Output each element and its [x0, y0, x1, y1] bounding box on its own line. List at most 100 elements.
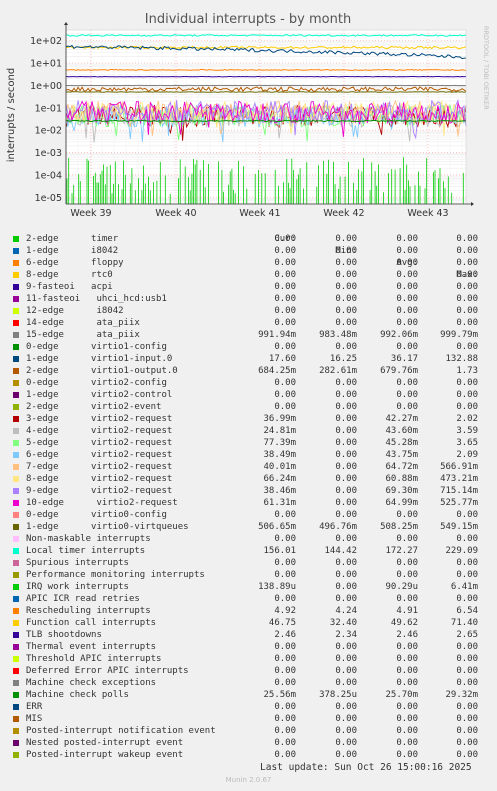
legend-avg-value: 0.00: [396, 738, 418, 748]
legend-max-value: 549.15m: [440, 522, 478, 532]
legend-avg-value: 49.62: [390, 618, 418, 628]
x-tick-label: Week 43: [407, 208, 448, 219]
legend-cur-value: 0.00: [274, 666, 296, 676]
legend-cur-value: 0.00: [274, 654, 296, 664]
legend-row: 6-edge floppy 0.00 0.00 0.00 0.00: [0, 257, 497, 269]
rrdtool-credit: RRDTOOL / TOBI OETIKER: [482, 26, 490, 110]
legend-swatch: [13, 584, 19, 590]
y-tick-label: 1e-01: [35, 103, 62, 114]
legend-max-value: 0.00: [456, 750, 478, 760]
legend-max-value: 0.00: [456, 282, 478, 292]
legend-max-value: 0.00: [456, 378, 478, 388]
legend-row: 0-edge virtio1-config 0.00 0.00 0.00 0.00: [0, 341, 497, 353]
legend-max-value: 0.00: [456, 258, 478, 268]
y-tick-label: 1e-03: [35, 148, 62, 159]
legend-label: Posted-interrupt wakeup event: [26, 750, 184, 760]
x-axis-arrow: [471, 202, 474, 206]
legend-cur-value: 0.00: [274, 282, 296, 292]
legend-cur-value: 156.01: [263, 546, 296, 556]
last-update: Last update: Sun Oct 26 15:00:16 2025: [260, 762, 472, 773]
legend-label: Rescheduling interrupts: [26, 606, 151, 616]
legend-swatch: [13, 608, 19, 614]
legend-label: 0-edge virtio0-config: [26, 510, 167, 520]
legend-cur-value: 0.00: [274, 678, 296, 688]
legend-swatch: [13, 740, 19, 746]
chart-title: Individual interrupts - by month: [145, 12, 351, 27]
legend-label: 5-edge virtio2-request: [26, 438, 173, 448]
legend-max-value: 715.14m: [440, 486, 478, 496]
legend-row: 3-edge virtio2-request 36.99m 0.00 42.27m 2.…: [0, 413, 497, 425]
legend-label: IRQ work interrupts: [26, 582, 129, 592]
y-tick-label: 1e+02: [30, 36, 62, 47]
legend-swatch: [13, 320, 19, 326]
legend-label: 6-edge virtio2-request: [26, 450, 173, 460]
legend-label: 7-edge virtio2-request: [26, 462, 173, 472]
legend-avg-value: 0.00: [396, 282, 418, 292]
legend-cur-value: 66.24m: [263, 474, 296, 484]
legend-label: 2-edge virtio2-event: [26, 402, 162, 412]
legend-avg-value: 0.00: [396, 342, 418, 352]
legend-max-value: 0.00: [456, 594, 478, 604]
legend-avg-value: 0.00: [396, 306, 418, 316]
legend-min-value: 0.00: [335, 726, 357, 736]
legend-swatch: [13, 632, 19, 638]
legend-swatch: [13, 416, 19, 422]
legend-label: 9-edge virtio2-request: [26, 486, 173, 496]
legend-row: 9-edge virtio2-request 38.46m 0.00 69.30m 71…: [0, 485, 497, 497]
legend-row: ERR 0.00 0.00 0.00 0.00: [0, 701, 497, 713]
legend-row: IRQ work interrupts 138.89u 0.00 90.29u 6.41…: [0, 581, 497, 593]
legend-avg-value: 90.29u: [385, 582, 418, 592]
legend-max-value: 0.00: [456, 654, 478, 664]
legend-label: Machine check polls: [26, 690, 129, 700]
legend-cur-value: 0.00: [274, 750, 296, 760]
legend-max-value: 0.00: [456, 738, 478, 748]
legend-min-value: 0.00: [335, 462, 357, 472]
munin-version: Munin 2.0.67: [225, 776, 272, 784]
legend-cur-value: 506.65m: [258, 522, 296, 532]
legend-max-value: 0.00: [456, 270, 478, 280]
legend-avg-value: 0.00: [396, 594, 418, 604]
legend-max-value: 3.59: [456, 426, 478, 436]
legend-label: 14-edge ata_piix: [26, 318, 140, 328]
legend-min-value: 0.00: [335, 402, 357, 412]
legend-swatch: [13, 332, 19, 338]
legend-min-value: 0.00: [335, 678, 357, 688]
legend-min-value: 0.00: [335, 510, 357, 520]
legend-max-value: 0.00: [456, 318, 478, 328]
legend-max-value: 0.00: [456, 666, 478, 676]
legend-swatch: [13, 752, 19, 758]
legend-max-value: 0.00: [456, 294, 478, 304]
legend-cur-value: 0.00: [274, 258, 296, 268]
legend-label: 2-edge timer: [26, 234, 119, 244]
legend-min-value: 0.00: [335, 702, 357, 712]
legend-row: 1-edge virtio2-control 0.00 0.00 0.00 0.00: [0, 389, 497, 401]
legend-avg-value: 0.00: [396, 678, 418, 688]
legend-swatch: [13, 308, 19, 314]
legend-avg-value: 992.06m: [380, 330, 418, 340]
legend-min-value: 0.00: [335, 738, 357, 748]
series-line: [65, 75, 467, 78]
legend-swatch: [13, 452, 19, 458]
legend-label: Spurious interrupts: [26, 558, 129, 568]
legend-row: 15-edge ata_piix 991.94m 983.48m 992.06m 999…: [0, 329, 497, 341]
legend-cur-value: 0.00: [274, 594, 296, 604]
legend-min-value: 0.00: [335, 294, 357, 304]
legend-min-value: 0.00: [335, 570, 357, 580]
legend-max-value: 0.00: [456, 570, 478, 580]
legend-avg-value: 0.00: [396, 318, 418, 328]
legend-cur-value: 46.75: [268, 618, 296, 628]
legend-min-value: 0.00: [335, 474, 357, 484]
legend-label: 0-edge virtio2-config: [26, 378, 167, 388]
legend-min-value: 0.00: [335, 234, 357, 244]
legend-max-value: 71.40: [450, 618, 478, 628]
legend-min-value: 496.76m: [319, 522, 357, 532]
legend-min-value: 0.00: [335, 498, 357, 508]
legend-label: 9-fasteoi acpi: [26, 282, 113, 292]
legend-cur-value: 0.00: [274, 714, 296, 724]
legend-swatch: [13, 272, 19, 278]
legend-label: Posted-interrupt notification event: [26, 726, 216, 736]
legend-avg-value: 4.91: [396, 606, 418, 616]
legend-min-value: 0.00: [335, 414, 357, 424]
legend-min-value: 0.00: [335, 258, 357, 268]
legend-min-value: 0.00: [335, 486, 357, 496]
